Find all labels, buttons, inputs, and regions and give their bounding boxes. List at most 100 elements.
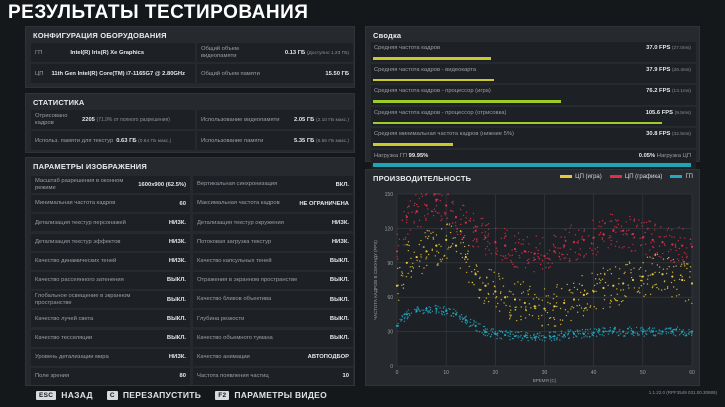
scatter-dot	[404, 316, 406, 319]
scatter-dot	[417, 225, 419, 228]
scatter-dot	[418, 219, 421, 222]
ram-label: Общий объем памяти	[200, 70, 260, 77]
summary-row: Средняя частота кадров - процессор (игра…	[371, 85, 696, 105]
scatter-dot	[549, 266, 551, 268]
scatter-dot	[678, 334, 681, 336]
scatter-dot	[510, 330, 513, 333]
scatter-dot	[476, 225, 479, 228]
video-settings-button[interactable]: F2 ПАРАМЕТРЫ ВИДЕО	[215, 390, 327, 400]
scatter-dot	[662, 258, 665, 260]
data-point	[681, 244, 684, 247]
scatter-dot	[527, 251, 530, 253]
scatter-dot	[670, 332, 672, 335]
scatter-dot	[576, 329, 578, 331]
scatter-dot	[567, 329, 569, 331]
scatter-dot	[645, 253, 647, 256]
scatter-dot	[689, 266, 692, 268]
scatter-dot	[681, 276, 683, 278]
scatter-dot	[504, 232, 506, 235]
scatter-dot	[560, 236, 562, 238]
param-value: ВЫКЛ.	[329, 335, 349, 341]
legend-label: ГП	[685, 174, 693, 180]
data-point	[454, 313, 458, 316]
param-cell: Качество рассеянного затенения ВЫКЛ.	[31, 271, 190, 289]
back-button[interactable]: ESC НАЗАД	[36, 390, 93, 400]
param-value: НИЗК.	[168, 258, 186, 265]
scatter-dot	[408, 244, 410, 247]
scatter-dot	[540, 335, 543, 337]
scatter-dot	[589, 306, 591, 309]
tex-mem-value: 0.63 ГБ (0.64 ГБ макс.)	[116, 137, 172, 144]
scatter-dot	[631, 250, 633, 252]
scatter-dot	[443, 255, 445, 257]
param-cell: Минимальная частота кадров 60	[31, 195, 190, 213]
scatter-dot	[499, 278, 501, 280]
scatter-dot	[651, 257, 653, 259]
summary-row: Средняя частота кадров 37.0 FPS (27.0ms)	[371, 42, 696, 62]
param-value: НИЗК.	[331, 239, 349, 246]
scatter-dot	[475, 226, 478, 228]
scatter-dot	[568, 331, 570, 333]
scatter-dot	[653, 327, 656, 329]
data-point	[474, 273, 477, 276]
y-tick-label: 30	[387, 330, 393, 336]
data-point	[464, 221, 467, 224]
scatter-dot	[428, 306, 430, 308]
scatter-dot	[431, 248, 433, 250]
scatter-dot	[641, 225, 643, 227]
scatter-dot	[518, 254, 520, 257]
scatter-dot	[511, 249, 513, 251]
data-point	[661, 273, 664, 276]
scatter-dot	[550, 339, 553, 342]
stats-row-2: Использ. памяти для текстур 0.63 ГБ (0.6…	[31, 131, 353, 150]
scatter-dot	[527, 340, 529, 342]
y-tick-label: 120	[385, 226, 394, 232]
scatter-dot	[578, 229, 580, 231]
scatter-dot	[542, 334, 544, 337]
scatter-dot	[401, 271, 403, 273]
scatter-dot	[654, 284, 656, 286]
scatter-dot	[528, 243, 530, 245]
scatter-dot	[580, 291, 582, 294]
scatter-dot	[673, 279, 676, 282]
scatter-dot	[547, 324, 549, 326]
scatter-dot	[616, 299, 619, 302]
scatter-dot	[423, 267, 425, 269]
scatter-dot	[569, 289, 571, 291]
scatter-dot	[685, 257, 688, 259]
scatter-dot	[629, 215, 631, 218]
scatter-dot	[509, 255, 511, 257]
scatter-dot	[407, 272, 409, 275]
scatter-dot	[670, 281, 673, 284]
legend-swatch	[609, 174, 622, 178]
scatter-dot	[424, 232, 426, 234]
scatter-dot	[610, 273, 613, 275]
scatter-dot	[509, 332, 512, 334]
scatter-dot	[541, 299, 544, 301]
scatter-dot	[647, 228, 649, 230]
scatter-dot	[589, 328, 592, 330]
stats-heading: СТАТИСТИКА	[33, 98, 85, 107]
scatter-dot	[561, 336, 563, 338]
scatter-dot	[459, 208, 462, 211]
data-point	[602, 286, 605, 290]
scatter-dot	[626, 263, 629, 266]
scatter-dot	[509, 316, 512, 318]
scatter-dot	[683, 279, 686, 282]
cpu-cell: ЦП 11th Gen Intel(R) Core(TM) i7-1165G7 …	[31, 64, 195, 83]
scatter-dot	[495, 247, 498, 249]
restart-button[interactable]: C ПЕРЕЗАПУСТИТЬ	[106, 390, 201, 400]
scatter-dot	[575, 259, 577, 261]
scatter-dot	[567, 332, 570, 335]
scatter-dot	[552, 298, 555, 300]
scatter-dot	[427, 312, 429, 314]
scatter-dot	[490, 333, 493, 336]
scatter-dot	[644, 330, 646, 332]
scatter-dot	[461, 320, 463, 323]
scatter-dot	[486, 245, 489, 248]
tex-mem-label: Использ. памяти для текстур	[35, 137, 114, 144]
param-label: Качество тесселяции	[35, 334, 93, 341]
scatter-dot	[472, 219, 475, 222]
scatter-dot	[603, 298, 606, 301]
scatter-dot	[527, 293, 530, 295]
